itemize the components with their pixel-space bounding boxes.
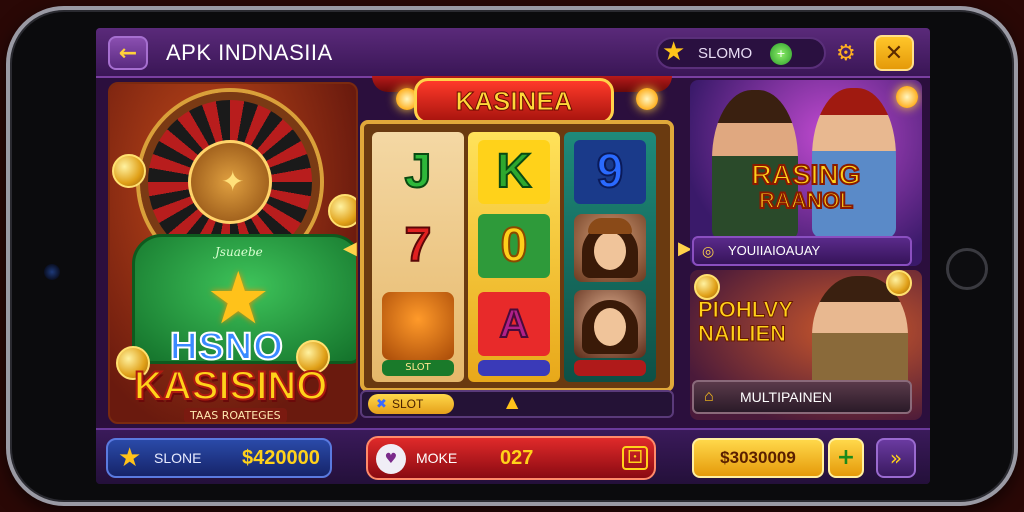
home-icon: ⌂ bbox=[704, 388, 714, 405]
next-button[interactable]: » bbox=[876, 438, 916, 478]
jackpot-value[interactable]: $3030009 bbox=[692, 438, 824, 478]
multiplayer-button[interactable]: ⌂ MULTIPAINEN bbox=[692, 380, 912, 414]
promo-top-button[interactable]: ◎ YOUIIAIOAUAY bbox=[692, 236, 912, 266]
reel-3: 9 bbox=[564, 132, 656, 382]
wheel-star-icon: ✦ bbox=[221, 165, 245, 198]
reel-symbol: J bbox=[404, 144, 433, 199]
balance-label: SLONE bbox=[154, 450, 202, 466]
chevron-left-icon[interactable]: ◀ bbox=[343, 238, 357, 259]
promo-title: RASING bbox=[751, 159, 862, 190]
cowgirl-symbol-icon bbox=[574, 214, 646, 282]
reel-symbol: A bbox=[478, 292, 550, 356]
star-icon: ★ bbox=[118, 443, 142, 473]
reel-symbol: K bbox=[478, 140, 550, 204]
slot-button-label: SLOT bbox=[392, 397, 424, 411]
arrow-left-icon: ← bbox=[118, 40, 138, 66]
reel-tag-decoration bbox=[574, 360, 646, 376]
caret-up-icon[interactable]: ▲ bbox=[506, 392, 518, 411]
star-label: SLOMO bbox=[698, 45, 753, 62]
close-button[interactable]: ✕ bbox=[874, 35, 914, 71]
goblin-symbol-icon bbox=[382, 292, 454, 360]
reel-tag: SLOT bbox=[382, 360, 454, 376]
coin-icon bbox=[328, 194, 356, 228]
close-icon: ✕ bbox=[884, 40, 904, 66]
home-button[interactable] bbox=[946, 248, 988, 290]
promo-bottom-title: PIOHLVY NAILIEN bbox=[698, 297, 794, 346]
slot-button[interactable]: ✖ SLOT bbox=[368, 394, 454, 414]
coin-icon: ◎ bbox=[702, 243, 715, 259]
multiplayer-button-label: MULTIPAINEN bbox=[740, 389, 833, 405]
chevron-right-icon: » bbox=[889, 446, 903, 470]
star-icon: ★ bbox=[662, 37, 686, 67]
dice-icon[interactable]: ⚀ bbox=[622, 446, 648, 470]
logo-main-text: KASISINO bbox=[133, 363, 328, 409]
plus-icon: + bbox=[836, 445, 856, 470]
roulette-hub: ✦ bbox=[188, 140, 272, 224]
star-counter[interactable]: ★ SLOMO + bbox=[656, 37, 826, 69]
woman-symbol-icon bbox=[574, 290, 646, 358]
top-bar: ← APK INDNASIIA ★ SLOMO + ⚙ ✕ bbox=[96, 28, 930, 78]
reel-symbol: 0 bbox=[478, 214, 550, 278]
reel-2: K 0 A bbox=[468, 132, 560, 382]
bet-pill[interactable]: ♥ MOKE 027 ⚀ bbox=[366, 436, 656, 480]
logo-subtitle: TAAS ROATEGES bbox=[184, 408, 287, 422]
slot-icon: ✖ bbox=[376, 396, 387, 411]
bet-label: MOKE bbox=[416, 450, 458, 466]
back-button[interactable]: ← bbox=[108, 36, 148, 70]
bet-value: 027 bbox=[500, 447, 534, 469]
stage-light-icon bbox=[636, 88, 658, 110]
reels-footer: ✖ SLOT ▲ bbox=[360, 390, 674, 418]
settings-icon[interactable]: ⚙ bbox=[836, 41, 856, 66]
app-screen: ← APK INDNASIIA ★ SLOMO + ⚙ ✕ ✦ Jsuaebe … bbox=[96, 28, 930, 484]
reel-symbol: 9 bbox=[574, 140, 646, 204]
reel-tag-decoration bbox=[478, 360, 550, 376]
camera-icon bbox=[44, 264, 60, 280]
coin-icon bbox=[886, 270, 912, 296]
bottom-bar: ★ SLONE $420000 ♥ MOKE 027 ⚀ $3030009 + … bbox=[96, 428, 930, 484]
promo-subtitle: RAANOL bbox=[758, 187, 854, 214]
logo-top-text: HSNO bbox=[169, 325, 284, 369]
balance-value: $420000 bbox=[242, 447, 320, 469]
add-icon[interactable]: + bbox=[770, 43, 792, 65]
slot-reels[interactable]: J 7 SLOT K 0 A 9 bbox=[360, 120, 674, 392]
coin-icon bbox=[112, 154, 146, 188]
balance-pill[interactable]: ★ SLONE $420000 bbox=[106, 438, 332, 478]
reel-symbol: 7 bbox=[404, 218, 433, 273]
plus-button[interactable]: + bbox=[828, 438, 864, 478]
promo-top-button-label: YOUIIAIOAUAY bbox=[728, 243, 821, 258]
reels-title: KASINEA bbox=[414, 78, 614, 124]
stage-light-icon bbox=[896, 86, 918, 108]
heart-icon: ♥ bbox=[376, 444, 406, 474]
reel-1: J 7 SLOT bbox=[372, 132, 464, 382]
app-title: APK INDNASIIA bbox=[166, 40, 333, 65]
roulette-promo-card[interactable]: ✦ Jsuaebe ★ HSNO KASISINO TAAS ROATEGES bbox=[108, 82, 358, 424]
